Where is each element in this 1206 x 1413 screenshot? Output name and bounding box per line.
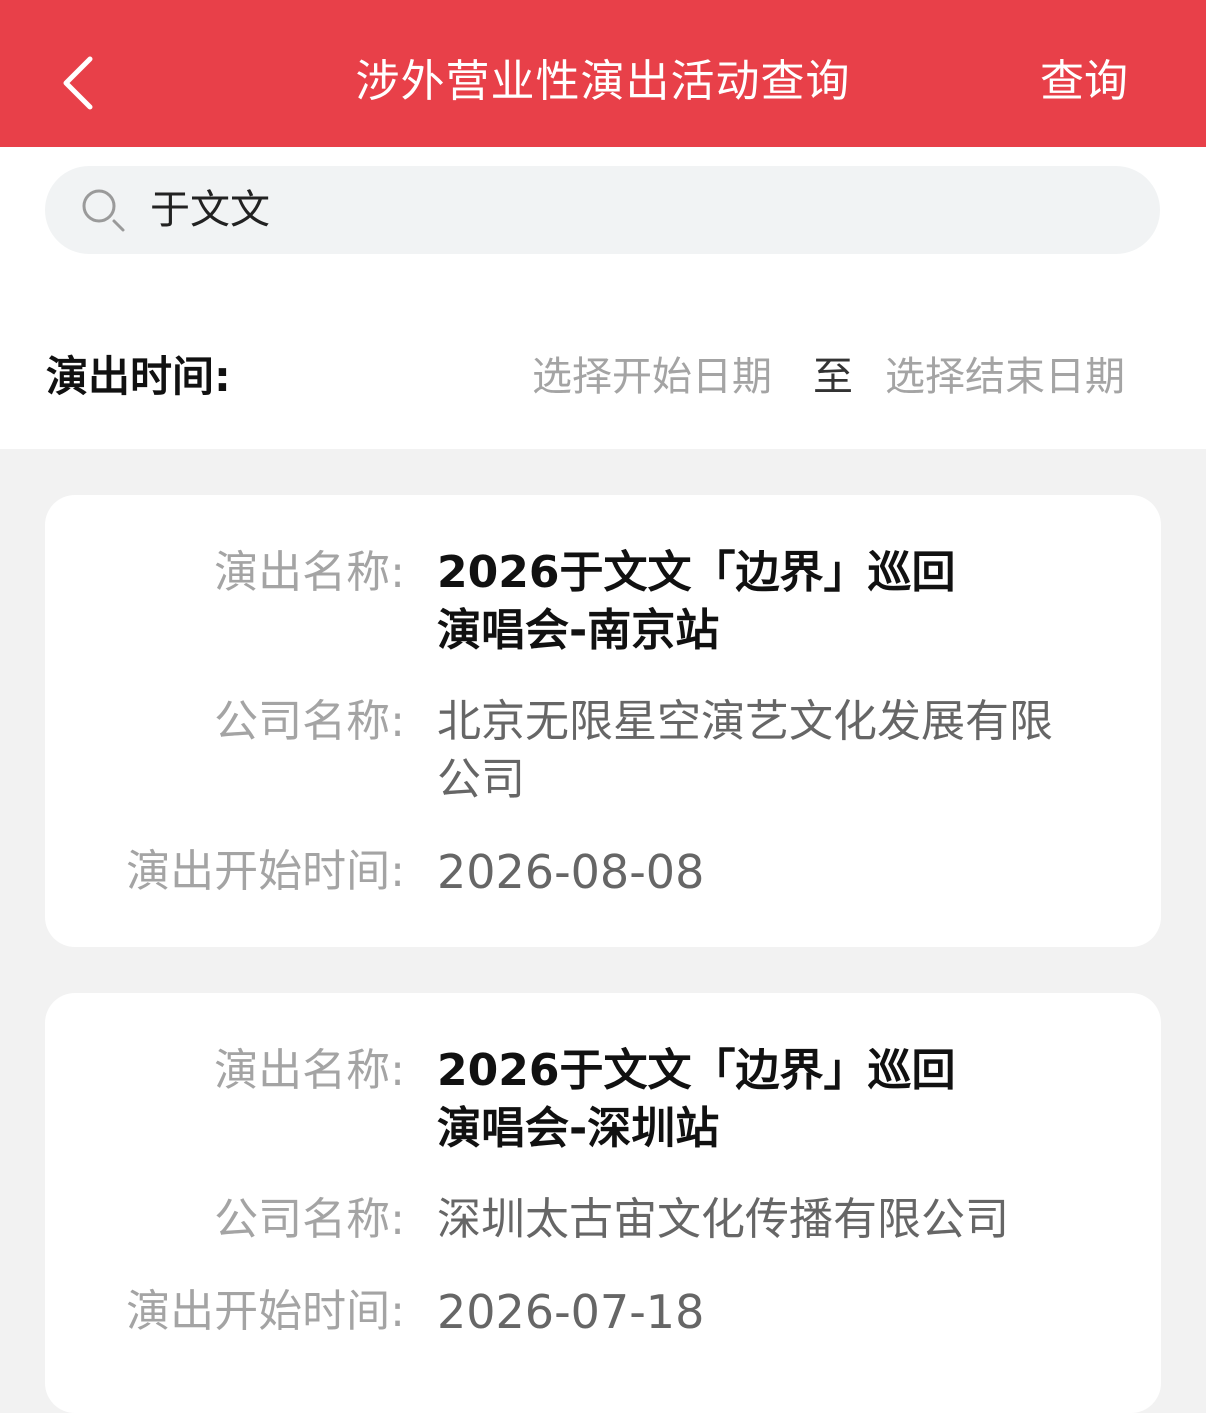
result-card[interactable]: 演出名称: 2026于文文「边界」巡回 演唱会-南京站 公司名称: 北京无限星空… <box>45 495 1161 947</box>
end-date-picker[interactable]: 选择结束日期 <box>885 347 1125 407</box>
show-name-value: 2026于文文「边界」巡回 演唱会-深圳站 <box>437 1045 956 1154</box>
company-label: 公司名称: <box>214 696 405 747</box>
company-label: 公司名称: <box>214 1194 405 1245</box>
show-name-label: 演出名称: <box>214 1045 405 1096</box>
start-time-value: 2026-07-18 <box>437 1285 705 1339</box>
query-button[interactable]: 查询 <box>1040 52 1128 112</box>
show-time-label: 演出时间: <box>46 352 231 401</box>
date-range-separator: 至 <box>813 354 853 400</box>
search-value: 于文文 <box>150 187 270 233</box>
start-time-value: 2026-08-08 <box>437 845 705 899</box>
filter-panel: 于文文 演出时间: 选择开始日期 至 选择结束日期 <box>0 147 1206 449</box>
search-icon <box>82 189 125 232</box>
result-card[interactable]: 演出名称: 2026于文文「边界」巡回 演唱会-深圳站 公司名称: 深圳太古宙文… <box>45 993 1161 1413</box>
top-bar: 涉外营业性演出活动查询 查询 <box>0 0 1206 147</box>
start-time-label: 演出开始时间: <box>126 846 405 897</box>
start-date-picker[interactable]: 选择开始日期 <box>532 347 772 407</box>
company-value: 深圳太古宙文化传播有限公司 <box>437 1194 1009 1245</box>
show-name-label: 演出名称: <box>214 547 405 598</box>
search-input[interactable]: 于文文 <box>45 166 1160 254</box>
page-title: 涉外营业性演出活动查询 <box>355 56 851 107</box>
company-value: 北京无限星空演艺文化发展有限 公司 <box>437 696 1053 805</box>
show-name-value: 2026于文文「边界」巡回 演唱会-南京站 <box>437 547 956 656</box>
start-time-label: 演出开始时间: <box>126 1286 405 1337</box>
